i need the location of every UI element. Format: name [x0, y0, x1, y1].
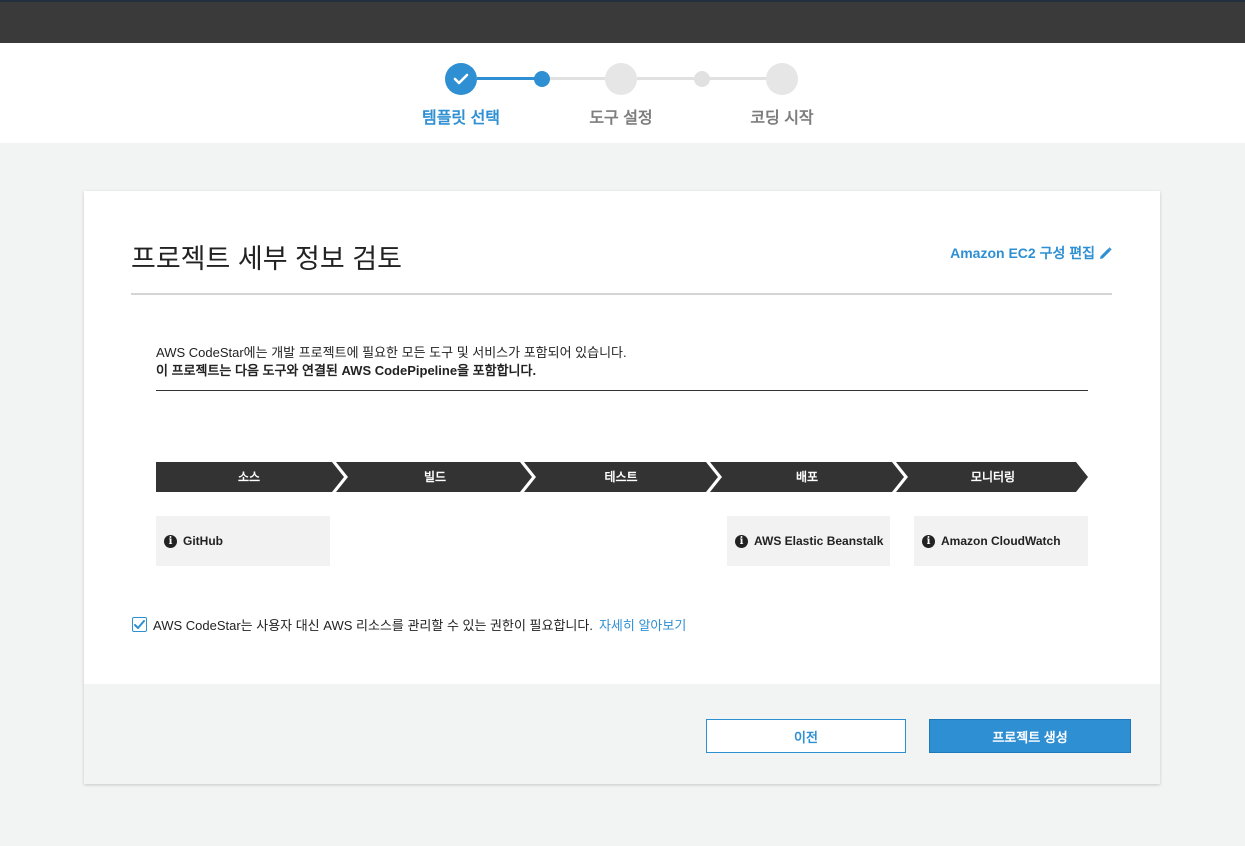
card-footer: 이전 프로젝트 생성: [84, 684, 1160, 784]
step-connector-2: [543, 77, 607, 80]
stage-build: 빌드: [423, 470, 447, 484]
create-project-button[interactable]: 프로젝트 생성: [929, 719, 1131, 753]
pencil-icon: [1100, 246, 1112, 259]
stage-test: 테스트: [604, 470, 638, 484]
tool-cloudwatch[interactable]: i Amazon CloudWatch: [914, 516, 1088, 566]
edit-ec2-config-link[interactable]: Amazon EC2 구성 편집: [950, 243, 1112, 263]
stage-source: 소스: [237, 470, 261, 484]
step-2-label: 도구 설정: [589, 110, 653, 127]
top-nav-bar: [0, 0, 1245, 43]
step-3-indicator: [766, 63, 798, 95]
description-line-1: AWS CodeStar에는 개발 프로젝트에 필요한 모든 도구 및 서비스가…: [156, 345, 627, 360]
step-3-label: 코딩 시작: [750, 110, 814, 127]
pipeline-diagram: 소스 빌드 테스트 배포 모니터링: [156, 462, 1088, 492]
step-1-indicator: [445, 63, 477, 95]
info-icon: i: [735, 534, 748, 548]
consent-checkbox[interactable]: [132, 617, 147, 632]
tool-github-label: GitHub: [183, 534, 223, 548]
page-title: 프로젝트 세부 정보 검토: [131, 244, 402, 274]
info-icon: i: [922, 534, 935, 548]
stage-monitor: 모니터링: [970, 470, 1016, 484]
project-description: AWS CodeStar에는 개발 프로젝트에 필요한 모든 도구 및 서비스가…: [156, 344, 627, 380]
checkmark-icon: [134, 619, 145, 629]
step-2-indicator: [605, 63, 637, 95]
step-progress-dot: [534, 71, 550, 87]
permission-consent: AWS CodeStar는 사용자 대신 AWS 리소스를 관리할 수 있는 권…: [132, 615, 686, 634]
title-divider: [131, 293, 1112, 295]
description-line-2: 이 프로젝트는 다음 도구와 연결된 AWS CodePipeline을 포함합…: [156, 363, 537, 378]
edit-link-label: Amazon EC2 구성 편집: [950, 245, 1095, 261]
consent-text: AWS CodeStar는 사용자 대신 AWS 리소스를 관리할 수 있는 권…: [153, 618, 593, 633]
info-icon: i: [164, 534, 177, 548]
tool-beanstalk-label: AWS Elastic Beanstalk: [754, 534, 884, 548]
description-divider: [156, 390, 1088, 391]
tool-github[interactable]: i GitHub: [156, 516, 330, 566]
learn-more-link[interactable]: 자세히 알아보기: [599, 615, 686, 634]
checkmark-icon: [453, 73, 469, 85]
previous-button[interactable]: 이전: [706, 719, 906, 753]
review-card: 프로젝트 세부 정보 검토 Amazon EC2 구성 편집 AWS CodeS…: [84, 191, 1160, 784]
stage-deploy: 배포: [795, 470, 819, 484]
step-substep-dot: [694, 71, 710, 87]
tool-cloudwatch-label: Amazon CloudWatch: [941, 534, 1061, 548]
tool-elastic-beanstalk[interactable]: i AWS Elastic Beanstalk: [727, 516, 890, 566]
step-1-label: 템플릿 선택: [421, 110, 501, 127]
wizard-steps: 템플릿 선택 도구 설정 코딩 시작: [0, 43, 1245, 143]
